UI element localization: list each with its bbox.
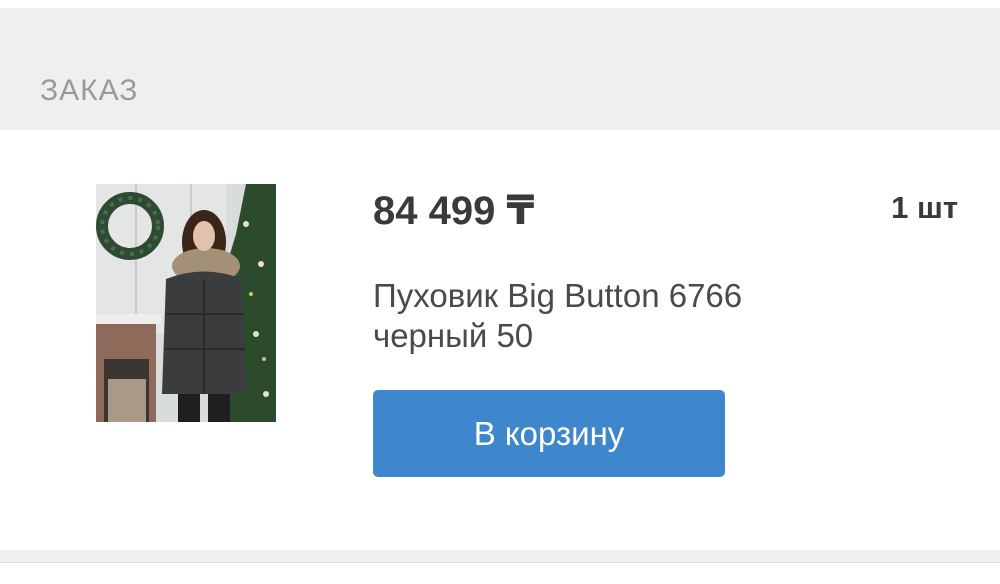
order-section-header: ЗАКАЗ	[0, 8, 1000, 130]
bottom-divider	[0, 562, 1000, 584]
order-item-card: 84 499 ₸ 1 шт Пуховик Big Button 6766 че…	[0, 130, 1000, 550]
product-quantity: 1 шт	[891, 190, 958, 225]
add-to-cart-button[interactable]: В корзину	[373, 390, 725, 477]
top-strip	[0, 0, 1000, 8]
product-price: 84 499 ₸	[373, 189, 535, 233]
order-page: ЗАКАЗ 84 499 ₸ 1 шт Пуховик Big Button 6…	[0, 0, 1000, 584]
product-name[interactable]: Пуховик Big Button 6766 черный 50	[373, 276, 843, 356]
section-title: ЗАКАЗ	[40, 74, 139, 107]
product-image[interactable]	[96, 184, 276, 422]
